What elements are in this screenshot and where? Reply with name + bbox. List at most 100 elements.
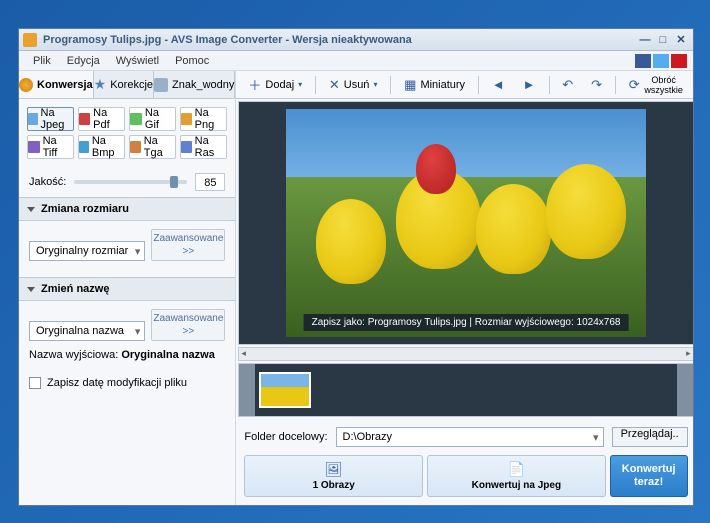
format-tiff[interactable]: Na Tiff — [27, 135, 74, 159]
rename-advanced-button[interactable]: Zaawansowane >> — [151, 309, 225, 341]
main-panel: ＋Dodaj▾ ✕Usuń▾ ▦Miniatury ◄ ► ↶ ↷ ⟳Obróć… — [236, 71, 693, 505]
facebook-icon[interactable] — [635, 54, 651, 68]
tab-corrections[interactable]: ★ Korekcje — [94, 71, 154, 98]
rename-body: Oryginalna nazwa Zaawansowane >> Nazwa w… — [19, 301, 235, 369]
horizontal-scrollbar[interactable] — [238, 347, 693, 361]
youtube-icon[interactable] — [671, 54, 687, 68]
format-pdf[interactable]: Na Pdf — [78, 107, 125, 131]
grid-icon: ▦ — [404, 77, 416, 93]
titlebar: Programosy Tulips.jpg - AVS Image Conver… — [19, 29, 693, 51]
next-button[interactable]: ► — [515, 74, 544, 96]
rotate-all-button[interactable]: ⟳Obróć wszystkie — [621, 74, 692, 96]
chevron-down-icon: ▾ — [373, 80, 377, 89]
separator — [615, 76, 616, 94]
bmp-icon — [79, 141, 89, 153]
folder-combo[interactable]: D:\Obrazy — [336, 427, 604, 447]
quality-row: Jakość: 85 — [19, 167, 235, 197]
ras-icon — [181, 141, 191, 153]
sidebar: Konwersja ★ Korekcje Znak_wodny Na Jpeg … — [19, 71, 236, 505]
preview-caption: Zapisz jako: Programosy Tulips.jpg | Roz… — [304, 314, 629, 331]
app-window: Programosy Tulips.jpg - AVS Image Conver… — [18, 28, 694, 506]
tga-icon — [130, 141, 141, 153]
menu-edit[interactable]: Edycja — [59, 53, 108, 69]
app-icon — [23, 33, 37, 47]
save-date-row[interactable]: Zapisz datę modyfikacji pliku — [19, 369, 235, 397]
social-links — [635, 54, 687, 68]
image-content — [546, 164, 626, 259]
action-row: 🖼 1 Obrazy 📄 Konwertuj na Jpeg Konwertuj… — [244, 455, 687, 497]
quality-value[interactable]: 85 — [195, 173, 225, 191]
pdf-icon — [79, 113, 90, 125]
convert-to-box: 📄 Konwertuj na Jpeg — [427, 455, 606, 497]
browse-button[interactable]: Przeglądaj.. — [612, 427, 688, 447]
resize-body: Oryginalny rozmiar Zaawansowane >> — [19, 221, 235, 277]
preview-image[interactable]: Zapisz jako: Programosy Tulips.jpg | Roz… — [286, 109, 646, 337]
format-bmp[interactable]: Na Bmp — [78, 135, 125, 159]
image-icon: 🖼 — [325, 461, 343, 478]
quality-slider[interactable] — [74, 180, 187, 184]
convert-now-button[interactable]: Konwertuj teraz! — [610, 455, 688, 497]
content: Konwersja ★ Korekcje Znak_wodny Na Jpeg … — [19, 71, 693, 505]
menubar: Plik Edycja Wyświetl Pomoc — [19, 51, 693, 71]
add-button[interactable]: ＋Dodaj▾ — [240, 74, 310, 96]
star-icon: ★ — [94, 76, 107, 93]
chevron-down-icon — [27, 287, 35, 292]
rotate-right-icon: ↷ — [591, 77, 602, 93]
format-tga[interactable]: Na Tga — [129, 135, 176, 159]
conversion-icon — [19, 78, 33, 92]
folder-label: Folder docelowy: — [244, 431, 327, 443]
thumbnail[interactable] — [259, 372, 311, 408]
maximize-button[interactable]: □ — [655, 33, 671, 47]
plus-icon: ＋ — [248, 75, 261, 94]
slider-thumb[interactable] — [170, 176, 178, 188]
png-icon — [181, 113, 191, 125]
menu-file[interactable]: Plik — [25, 53, 59, 69]
rotate-right-button[interactable]: ↷ — [583, 74, 610, 96]
resize-advanced-button[interactable]: Zaawansowane >> — [151, 229, 225, 261]
gif-icon — [130, 113, 142, 125]
save-date-checkbox[interactable] — [29, 377, 41, 389]
arrow-right-icon: ► — [523, 77, 536, 92]
format-grid: Na Jpeg Na Pdf Na Gif Na Png Na Tiff Na … — [19, 99, 235, 167]
thumbnails-button[interactable]: ▦Miniatury — [396, 74, 473, 96]
chevron-down-icon — [27, 207, 35, 212]
twitter-icon[interactable] — [653, 54, 669, 68]
menu-view[interactable]: Wyświetl — [108, 53, 167, 69]
rename-header[interactable]: Zmień nazwę — [19, 277, 235, 301]
close-button[interactable]: ✕ — [673, 33, 689, 47]
tab-label: Konwersja — [37, 79, 93, 91]
format-gif[interactable]: Na Gif — [129, 107, 176, 131]
menu-help[interactable]: Pomoc — [167, 53, 217, 69]
separator — [478, 76, 479, 94]
resize-header[interactable]: Zmiana rozmiaru — [19, 197, 235, 221]
minimize-button[interactable]: — — [637, 33, 653, 47]
sidebar-tabs: Konwersja ★ Korekcje Znak_wodny — [19, 71, 235, 99]
toolbar: ＋Dodaj▾ ✕Usuń▾ ▦Miniatury ◄ ► ↶ ↷ ⟳Obróć… — [236, 71, 693, 99]
tab-conversion[interactable]: Konwersja — [19, 71, 94, 98]
folder-row: Folder docelowy: D:\Obrazy Przeglądaj.. — [244, 427, 687, 447]
prev-button[interactable]: ◄ — [484, 74, 513, 96]
format-ras[interactable]: Na Ras — [180, 135, 227, 159]
save-date-label: Zapisz datę modyfikacji pliku — [47, 377, 187, 389]
rename-combo[interactable]: Oryginalna nazwa — [29, 321, 145, 341]
tiff-icon — [28, 141, 40, 153]
format-jpeg[interactable]: Na Jpeg — [27, 107, 74, 131]
tab-label: Znak_wodny — [172, 79, 234, 91]
images-count-box: 🖼 1 Obrazy — [244, 455, 423, 497]
remove-button[interactable]: ✕Usuń▾ — [321, 74, 386, 96]
chevron-down-icon: ▾ — [298, 80, 302, 89]
separator — [390, 76, 391, 94]
person-icon — [154, 78, 168, 92]
format-png[interactable]: Na Png — [180, 107, 227, 131]
tab-watermark[interactable]: Znak_wodny — [154, 71, 235, 98]
tab-label: Korekcje — [110, 79, 153, 91]
window-title: Programosy Tulips.jpg - AVS Image Conver… — [43, 34, 635, 46]
separator — [549, 76, 550, 94]
x-icon: ✕ — [329, 77, 340, 93]
file-icon: 📄 — [508, 461, 525, 478]
image-content — [416, 144, 456, 194]
rotate-left-button[interactable]: ↶ — [554, 74, 581, 96]
resize-combo[interactable]: Oryginalny rozmiar — [29, 241, 145, 261]
image-content — [476, 184, 551, 274]
arrow-left-icon: ◄ — [492, 77, 505, 92]
